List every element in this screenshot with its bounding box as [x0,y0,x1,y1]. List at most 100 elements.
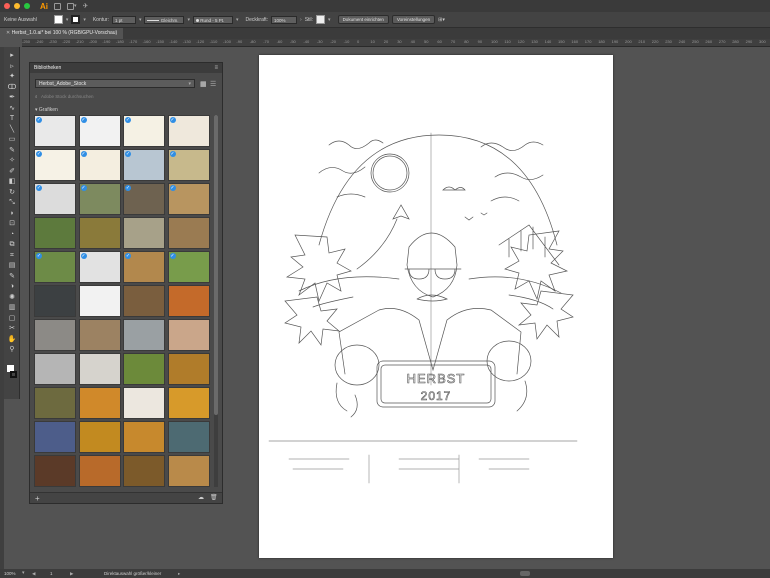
asset-thumb-sunset-lake[interactable] [78,455,121,487]
stock-search[interactable]: ⌕ Adobe Stock durchsuchen [35,92,217,101]
asset-thumb-farmer-tractor[interactable] [78,217,121,249]
arrange-documents-icon[interactable] [67,2,74,10]
panel-header[interactable]: Bibliotheken ≡ [30,63,222,73]
asset-thumb-man-hat[interactable]: ✓ [123,183,165,215]
asset-thumb-forest-path[interactable] [34,387,76,419]
asset-thumb-branch[interactable]: ✓ [78,115,121,147]
magic-wand-tool-icon[interactable]: ✦ [7,72,17,82]
width-tool-icon[interactable]: ◗ [7,209,17,219]
selection-tool-icon[interactable]: ▸ [7,51,17,61]
eraser-tool-icon[interactable]: ◧ [7,177,17,187]
minimize-window-button[interactable] [14,3,20,9]
horizontal-scroll-thumb[interactable] [520,571,530,576]
section-header-graphics[interactable]: ▾ Grafiken [35,107,58,113]
close-window-button[interactable] [4,3,10,9]
brush-definition[interactable]: Rund - 5 Pt. [193,15,233,24]
asset-thumb-green-field[interactable]: ✓ [167,251,210,283]
document-tab[interactable]: ✕ Herbst_1.0.ai* bei 100 % (RGB/GPU-Vors… [0,28,124,39]
panel-menu-icon[interactable]: ≡ [214,63,218,73]
asset-thumb-crow-silhouette[interactable] [34,285,76,317]
asset-thumb-autumn-park[interactable] [167,353,210,385]
style-swatch[interactable] [316,15,326,24]
perspective-grid-tool-icon[interactable]: ⧉ [7,240,17,250]
pencil-tool-icon[interactable]: ✐ [7,167,17,177]
horizontal-ruler[interactable]: -250 -240 -230 -220 -210 -200 -190 -180 -170 -160… [22,39,770,47]
pen-tool-icon[interactable]: ✒ [7,93,17,103]
stroke-dropdown-icon[interactable]: ▾ [83,17,86,23]
asset-thumb-wood-plank[interactable] [78,319,121,351]
asset-thumb-autumn-walk[interactable] [167,455,210,487]
blend-tool-icon[interactable]: ◑ [7,282,17,292]
asset-thumb-woman-glasses[interactable] [167,421,210,453]
asset-thumb-harvest-table[interactable] [123,455,165,487]
asset-thumb-chestnuts[interactable]: ✓ [167,115,210,147]
asset-thumb-green-leaf[interactable] [78,285,121,317]
zoom-dropdown-icon[interactable]: ▾ [22,569,25,578]
bridge-icon[interactable] [54,2,61,10]
opacity-arrow-icon[interactable]: › [300,17,302,23]
artboard[interactable]: HERBST 2017 [259,55,613,558]
prev-artboard-icon[interactable]: ◀ [32,569,35,578]
asset-thumb-leaves-yellow[interactable]: ✓ [34,149,76,181]
line-tool-icon[interactable]: ╲ [7,125,17,135]
cloud-sync-icon[interactable]: ☁ [198,493,204,504]
asset-thumb-man-portrait[interactable] [78,353,121,385]
library-select[interactable]: Herbst_Adobe_Stock ▾ [35,79,195,88]
panel-scrollbar-thumb[interactable] [214,115,218,415]
symbol-sprayer-tool-icon[interactable]: ✺ [7,293,17,303]
grid-view-icon[interactable]: ▦ [200,80,207,88]
style-dropdown-icon[interactable]: ▾ [328,17,331,23]
asset-thumb-boy-walking[interactable]: ✓ [78,251,121,283]
asset-thumb-purple-flowers[interactable] [34,421,76,453]
asset-thumb-woman-yellow[interactable] [167,387,210,419]
asset-thumb-red-leaves[interactable] [123,387,165,419]
next-artboard-icon[interactable]: ▶ [70,569,73,578]
stroke-weight-dropdown-icon[interactable]: ▾ [139,17,142,23]
stroke-swatch[interactable] [71,15,81,24]
scale-tool-icon[interactable]: ⤡ [7,198,17,208]
paintbrush-tool-icon[interactable]: ✎ [7,146,17,156]
brush-dropdown-icon[interactable]: ▾ [236,17,239,23]
column-graph-tool-icon[interactable]: ▥ [7,303,17,313]
asset-thumb-autumn-tree[interactable] [78,387,121,419]
add-content-icon[interactable]: + [35,493,40,504]
asset-thumb-scarecrow[interactable]: ✓ [167,183,210,215]
asset-thumb-pumpkins[interactable] [167,285,210,317]
asset-thumb-field-road[interactable]: ✓ [167,149,210,181]
asset-thumb-man-hoodie[interactable]: ✓ [78,183,121,215]
asset-thumb-road-hills[interactable]: ✓ [123,251,165,283]
type-tool-icon[interactable]: T [7,114,17,124]
chevron-down-icon[interactable]: ▾ [74,3,77,9]
mesh-tool-icon[interactable]: ⌗ [7,251,17,261]
shaper-tool-icon[interactable]: ✧ [7,156,17,166]
asset-thumb-grey-wall[interactable] [34,353,76,385]
profile-dropdown-icon[interactable]: ▾ [187,17,190,23]
arrange-icon[interactable]: ⊞▾ [438,17,445,23]
asset-thumb-field-sky[interactable]: ✓ [123,149,165,181]
asset-thumb-fruit-still-life[interactable] [34,455,76,487]
asset-thumb-woman-leaves[interactable] [78,421,121,453]
direct-selection-tool-icon[interactable]: ▹ [7,62,17,72]
gradient-tool-icon[interactable]: ▤ [7,261,17,271]
status-menu-icon[interactable]: ▸ [178,569,180,578]
slice-tool-icon[interactable]: ✂ [7,324,17,334]
lasso-tool-icon[interactable]: ↀ [7,83,17,93]
zoom-tool-icon[interactable]: ⚲ [7,345,17,355]
asset-thumb-orange-field[interactable] [123,421,165,453]
asset-thumb-woman-autumn[interactable] [167,319,210,351]
eyedropper-tool-icon[interactable]: ✎ [7,272,17,282]
zoom-level[interactable]: 100% [4,569,16,578]
asset-thumb-spider[interactable]: ✓ [34,115,76,147]
maximize-window-button[interactable] [24,3,30,9]
artboard-number[interactable]: 1 [50,569,53,578]
asset-thumb-squirrel[interactable] [123,353,165,385]
variable-width-profile[interactable]: Gleichm. [144,15,185,24]
gpu-performance-icon[interactable]: ✈ [83,2,89,10]
asset-thumb-farmer-field[interactable] [34,217,76,249]
opacity-field[interactable]: 100% [271,15,298,24]
rotate-tool-icon[interactable]: ↻ [7,188,17,198]
library-dropdown-icon[interactable]: ▾ [188,80,191,88]
hand-tool-icon[interactable]: ✋ [7,335,17,345]
asset-thumb-autumn-leaves[interactable]: ✓ [78,149,121,181]
asset-thumb-old-man[interactable] [167,217,210,249]
